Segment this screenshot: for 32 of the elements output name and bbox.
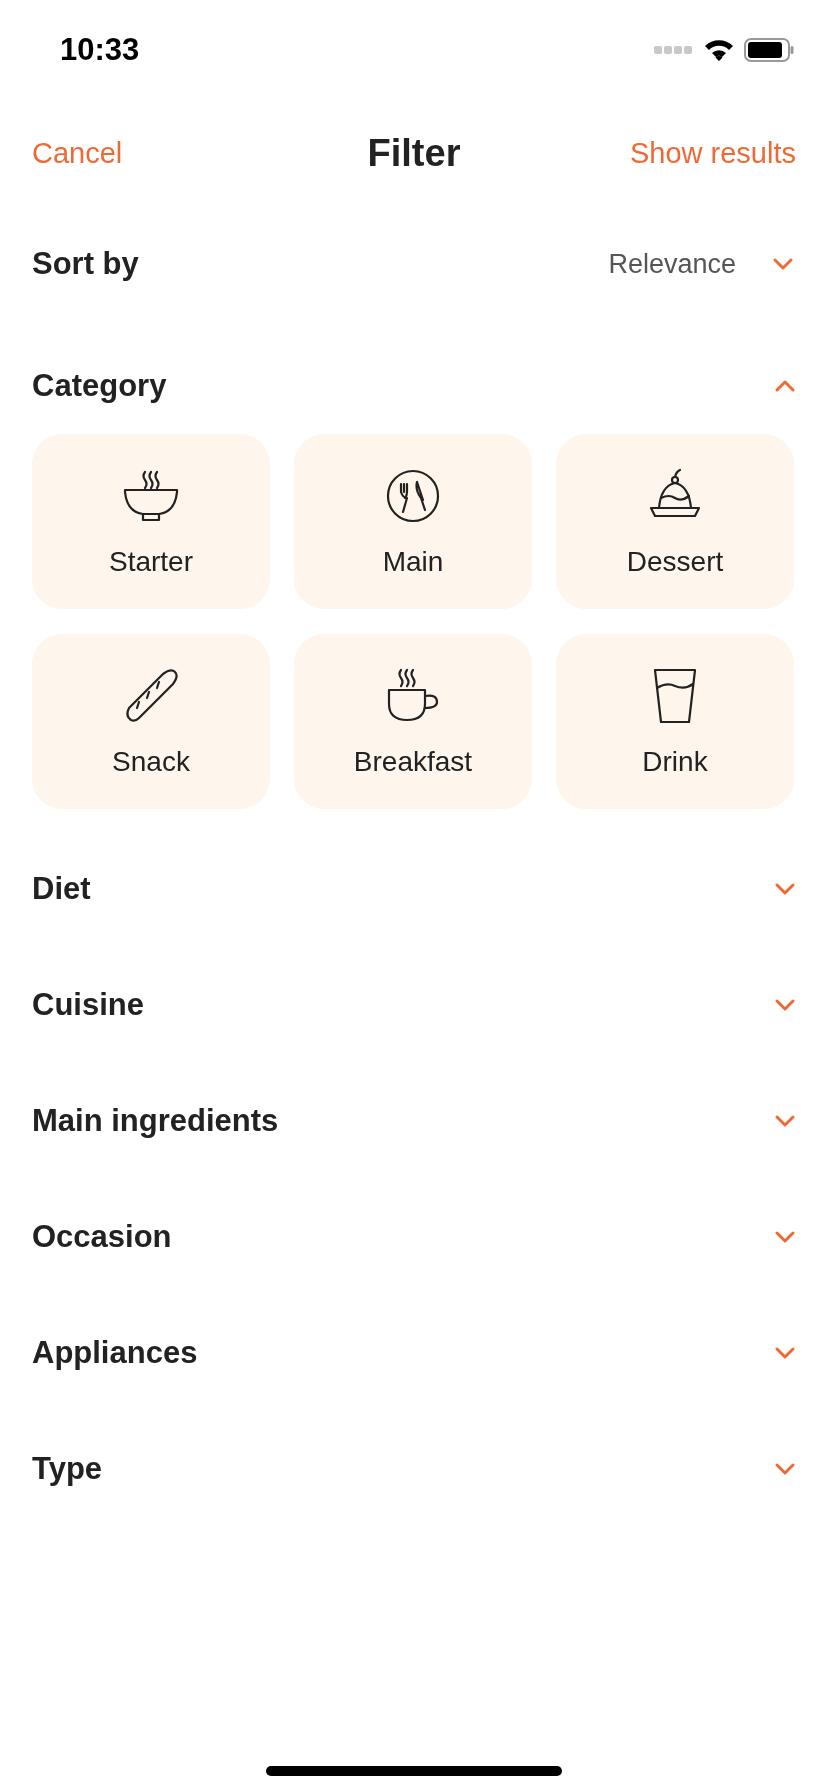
section-header: Main ingredients (32, 1103, 279, 1139)
status-time: 10:33 (60, 32, 140, 68)
sort-dropdown[interactable]: Relevance (608, 248, 796, 280)
wifi-icon (704, 39, 734, 61)
section-header: Occasion (32, 1219, 172, 1255)
chevron-icon[interactable] (774, 1114, 796, 1128)
coffee-cup-icon (385, 668, 441, 724)
category-tile[interactable]: Breakfast (294, 634, 532, 809)
category-tile[interactable]: Snack (32, 634, 270, 809)
baguette-icon (123, 668, 179, 724)
screen-title: Filter (367, 131, 461, 175)
chevron-icon[interactable] (774, 1462, 796, 1476)
section-header: Appliances (32, 1335, 198, 1371)
plate-icon (385, 468, 441, 524)
chevron-icon[interactable] (774, 1346, 796, 1360)
chevron-icon[interactable] (774, 882, 796, 896)
category-tile[interactable]: Drink (556, 634, 794, 809)
soup-bowl-icon (123, 468, 179, 524)
section-header: Type (32, 1451, 103, 1487)
section-header: Diet (32, 871, 91, 907)
battery-icon (744, 38, 794, 62)
category-tile[interactable]: Starter (32, 434, 270, 609)
section-header: Cuisine (32, 987, 144, 1023)
chevron-icon[interactable] (774, 379, 796, 393)
category-tile[interactable]: Main (294, 434, 532, 609)
chevron-icon (772, 257, 794, 271)
category-tile[interactable]: Dessert (556, 434, 794, 609)
chevron-icon[interactable] (774, 1230, 796, 1244)
chevron-icon[interactable] (774, 998, 796, 1012)
section-header: Category (32, 368, 167, 404)
signal-icon (654, 45, 694, 55)
sort-label: Sort by (32, 246, 139, 282)
